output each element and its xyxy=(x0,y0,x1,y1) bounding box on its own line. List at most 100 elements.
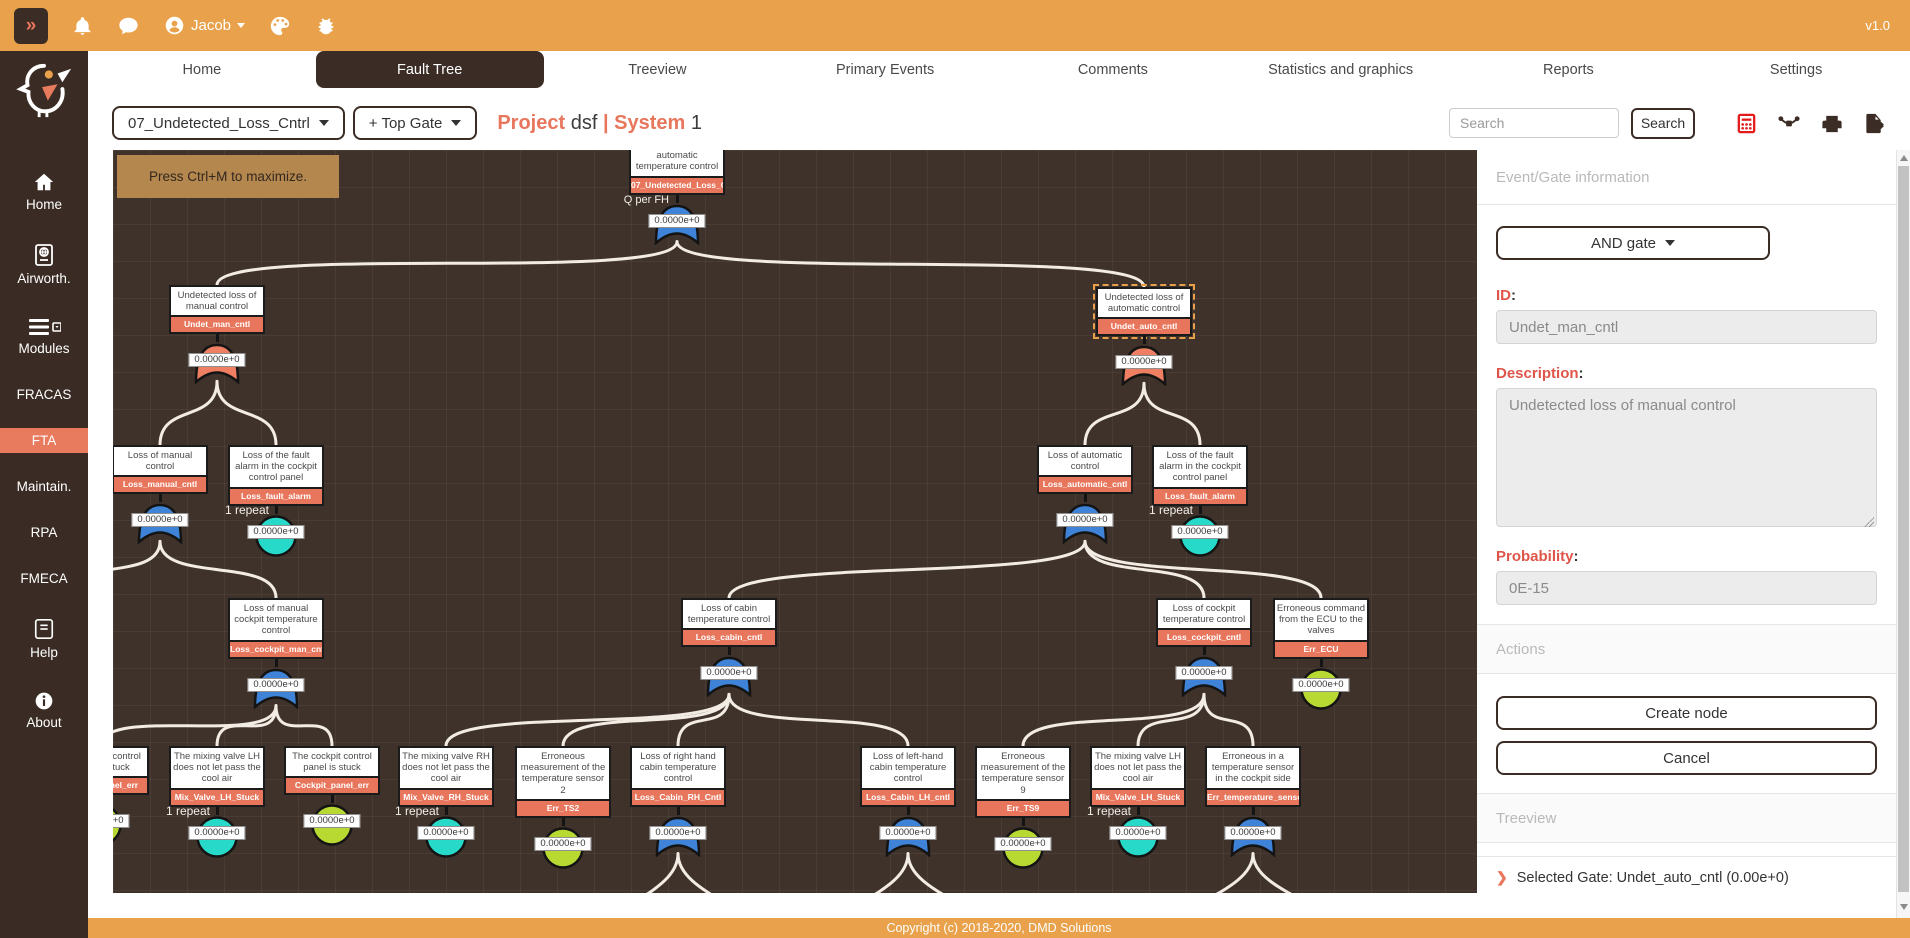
hierarchy-icon[interactable] xyxy=(1777,112,1801,135)
tree-node-err_ts2[interactable]: Erroneous measurement of the temperature… xyxy=(515,746,611,875)
panel-scrollbar[interactable] xyxy=(1896,150,1910,918)
create-node-button[interactable]: Create node xyxy=(1496,696,1877,730)
node-id-tag: Err_ECU xyxy=(1275,640,1367,657)
search-input[interactable] xyxy=(1449,108,1619,138)
tree-node-cockpit_man[interactable]: Loss of manual cockpit temperature contr… xyxy=(228,598,324,714)
gate-type-dropdown[interactable]: AND gate xyxy=(1496,226,1770,260)
node-id-tag: Mix_Valve_LH_Stuck xyxy=(1092,788,1184,805)
node-stub xyxy=(728,647,731,655)
tree-node-cabin_lh[interactable]: Loss of left-hand cabin temperature cont… xyxy=(860,746,956,862)
tree-node-err_ts9[interactable]: Erroneous measurement of the temperature… xyxy=(975,746,1071,875)
sidebar-collapse-button[interactable]: » xyxy=(14,8,48,44)
fault-tree-select-dropdown[interactable]: 07_Undetected_Loss_Cntrl xyxy=(112,106,345,140)
about-icon xyxy=(0,691,88,711)
user-menu[interactable]: Jacob xyxy=(164,15,245,36)
node-id-tag: Loss_Cabin_LH_cntl xyxy=(862,788,954,805)
node-description: Erroneous command from the ECU to the va… xyxy=(1275,600,1367,640)
gate-type-label: AND gate xyxy=(1591,235,1656,252)
node-probability-badge: 0.0000e+0 xyxy=(1056,513,1113,527)
tab-primary-events[interactable]: Primary Events xyxy=(771,51,999,88)
messages-chat-icon[interactable] xyxy=(117,15,140,37)
node-description: Loss of left-hand cabin temperature cont… xyxy=(862,748,954,788)
export-icon[interactable] xyxy=(1863,112,1886,135)
sidebar-item-rpa[interactable]: RPA xyxy=(0,520,88,545)
tree-node-cockpit[interactable]: Loss of cockpit temperature controlLoss_… xyxy=(1156,598,1252,702)
tab-comments[interactable]: Comments xyxy=(999,51,1227,88)
user-menu-caret-icon xyxy=(237,23,245,28)
search-button[interactable]: Search xyxy=(1631,108,1695,139)
scroll-up-icon[interactable] xyxy=(1900,155,1908,161)
tree-node-loss_auto[interactable]: Loss of automatic controlLoss_automatic_… xyxy=(1037,445,1133,549)
debug-bug-icon[interactable] xyxy=(315,15,337,37)
tree-node-mix_lh_2[interactable]: The mixing valve LH does not let pass th… xyxy=(1090,746,1186,864)
tree-node-err_ecu[interactable]: Erroneous command from the ECU to the va… xyxy=(1273,598,1369,716)
tree-node-cabin_rh[interactable]: Loss of right hand cabin temperature con… xyxy=(630,746,726,862)
node-probability-badge: 0.0000e+0 xyxy=(534,837,591,851)
user-avatar-icon xyxy=(164,15,185,36)
sidebar-item-maintain[interactable]: Maintain. xyxy=(0,474,88,499)
node-probability-badge: 0.0000e+0 xyxy=(303,814,360,828)
notifications-bell-icon[interactable] xyxy=(72,15,93,37)
description-field[interactable]: Undetected loss of manual control xyxy=(1496,388,1877,527)
node-description: Erroneous in a temperature sensor in the… xyxy=(1207,748,1299,788)
tree-node-cockpit_panel[interactable]: The cockpit control panel is stuckCockpi… xyxy=(284,746,380,852)
node-id-tag: Loss_cabin_cntl xyxy=(683,628,775,645)
tab-home[interactable]: Home xyxy=(88,51,316,88)
tab-fault-tree[interactable]: Fault Tree xyxy=(316,51,544,88)
node-id-tag: Err_TS2 xyxy=(517,799,609,816)
theme-palette-icon[interactable] xyxy=(269,15,291,37)
sidebar-item-home[interactable]: Home xyxy=(0,166,88,217)
sidebar-item-about[interactable]: About xyxy=(0,686,88,735)
node-description: Loss of right hand cabin temperature con… xyxy=(632,748,724,788)
node-description: Undetected loss of manual control xyxy=(171,287,263,315)
node-probability-badge: 0.0000e+0 xyxy=(247,678,304,692)
calculator-icon[interactable] xyxy=(1735,112,1758,135)
selected-gate-row[interactable]: ❯ Selected Gate: Undet_auto_cntl (0.00e+… xyxy=(1477,856,1896,886)
scroll-down-icon[interactable] xyxy=(1900,904,1908,910)
tree-node-loss_manual[interactable]: Loss of manual controlLoss_manual_cntl0.… xyxy=(113,445,208,549)
node-probability-badge: 0.0000e+0 xyxy=(994,837,1051,851)
node-id-tag: Loss_fault_alarm xyxy=(1154,487,1246,504)
node-probability-badge: 0.0000e+0 xyxy=(131,513,188,527)
node-probability-badge: 0.0000e+0 xyxy=(188,826,245,840)
event-gate-panel: Event/Gate information AND gate ID: Desc… xyxy=(1477,150,1910,918)
sidebar-item-modules[interactable]: Modules xyxy=(0,312,88,361)
tab-settings[interactable]: Settings xyxy=(1682,51,1910,88)
print-icon[interactable] xyxy=(1820,112,1844,135)
node-id-tag: Err_TS9 xyxy=(977,799,1069,816)
sidebar-item-fta[interactable]: FTA xyxy=(0,428,88,453)
sidebar-item-airworth[interactable]: Airworth. xyxy=(0,238,88,291)
fault-tree-canvas[interactable]: Press Ctrl+M to maximize. Either manual … xyxy=(113,150,1477,893)
tree-node-cut_node[interactable]: The cockpit control panel is stuckCockpi… xyxy=(113,746,149,852)
probability-field[interactable] xyxy=(1496,571,1877,605)
node-description: Loss of manual control xyxy=(114,447,206,475)
repeat-label: 1 repeat xyxy=(1149,503,1193,517)
tab-treeview[interactable]: Treeview xyxy=(544,51,772,88)
node-id-tag: Loss_fault_alarm xyxy=(230,487,322,504)
q-per-fh-label: Q per FH xyxy=(624,194,669,206)
sidebar-item-help[interactable]: Help xyxy=(0,612,88,665)
add-top-gate-dropdown[interactable]: + Top Gate xyxy=(353,106,478,140)
tree-node-mix_rh[interactable]: The mixing valve RH does not let pass th… xyxy=(398,746,494,864)
tree-node-err_temp[interactable]: Erroneous in a temperature sensor in the… xyxy=(1205,746,1301,862)
tree-node-undet_auto[interactable]: Undetected loss of automatic controlUnde… xyxy=(1096,287,1192,391)
cancel-button[interactable]: Cancel xyxy=(1496,741,1877,775)
node-description: Loss of the fault alarm in the cockpit c… xyxy=(230,447,322,487)
node-id-tag: Loss_Cabin_RH_Cntl xyxy=(632,788,724,805)
tab-statistics-and-graphics[interactable]: Statistics and graphics xyxy=(1227,51,1455,88)
sidebar-item-fracas[interactable]: FRACAS xyxy=(0,382,88,407)
tree-node-mix_lh_1[interactable]: The mixing valve LH does not let pass th… xyxy=(169,746,265,864)
footer: Copyright (c) 2018-2020, DMD Solutions xyxy=(88,918,1910,938)
id-field[interactable] xyxy=(1496,310,1877,344)
tree-node-undet_man[interactable]: Undetected loss of manual controlUndet_m… xyxy=(169,285,265,389)
sidebar-item-label: Home xyxy=(26,197,62,212)
tab-reports[interactable]: Reports xyxy=(1455,51,1683,88)
tree-node-fault_alarm_r[interactable]: Loss of the fault alarm in the cockpit c… xyxy=(1152,445,1248,563)
tree-node-top[interactable]: Either manual or automatic temperature c… xyxy=(629,150,725,250)
resize-grip-icon[interactable] xyxy=(1864,517,1874,527)
node-stub xyxy=(1320,659,1323,667)
scrollbar-thumb[interactable] xyxy=(1898,166,1909,892)
tree-node-cabin[interactable]: Loss of cabin temperature controlLoss_ca… xyxy=(681,598,777,702)
sidebar-item-fmeca[interactable]: FMECA xyxy=(0,566,88,591)
tree-node-fault_alarm_l[interactable]: Loss of the fault alarm in the cockpit c… xyxy=(228,445,324,563)
